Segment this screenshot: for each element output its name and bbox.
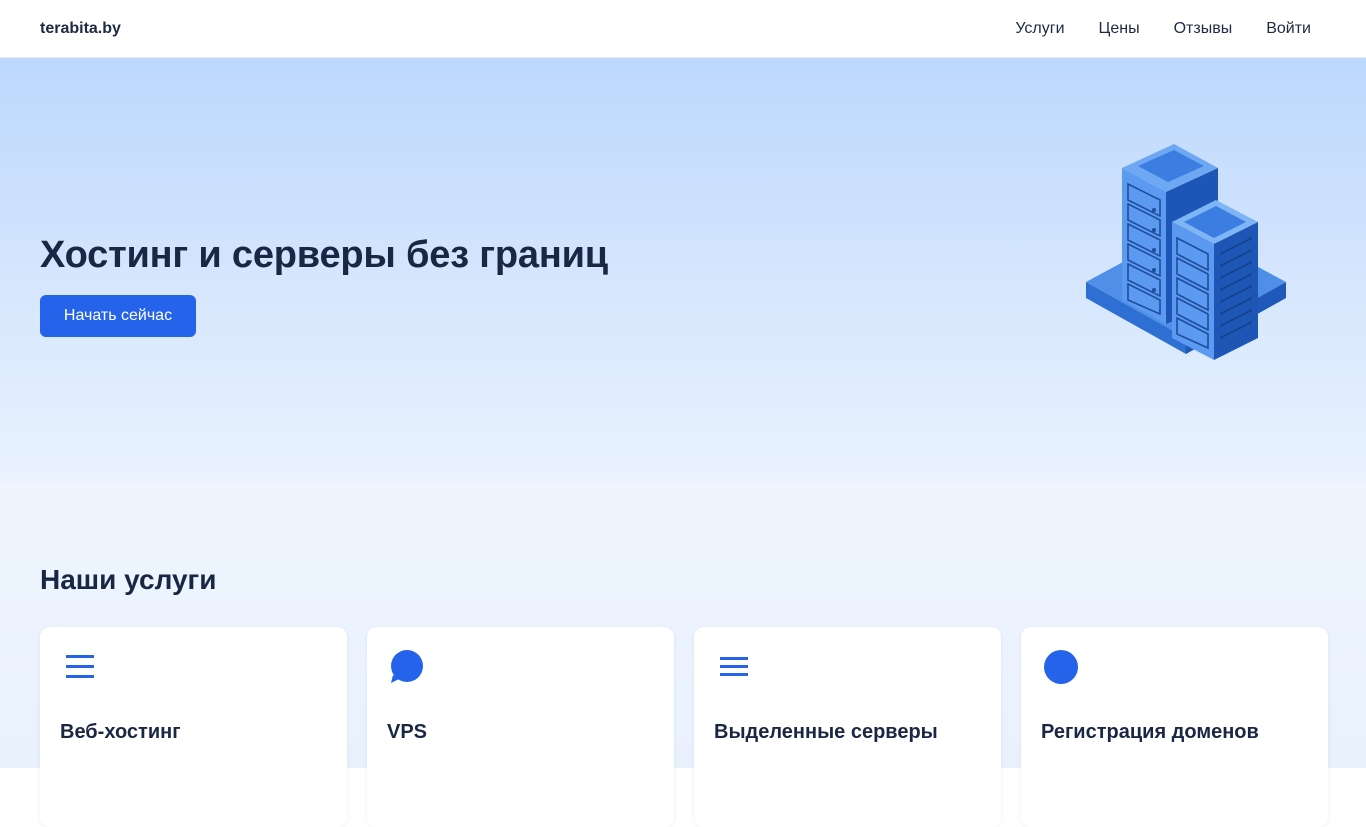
service-card-title: Выделенные серверы (714, 721, 938, 743)
top-navigation-bar: terabita.by Услуги Цены Отзывы Войти (0, 0, 1366, 58)
server-racks-icon (1086, 144, 1286, 360)
service-cards: Веб-хостинг VPS Выделенные серверы Регис… (40, 627, 1328, 827)
service-card-vps[interactable]: VPS (367, 627, 674, 827)
nav-link-reviews[interactable]: Отзывы (1174, 20, 1233, 38)
nav-link-prices[interactable]: Цены (1099, 20, 1140, 38)
service-card-domain-registration[interactable]: Регистрация доменов (1021, 627, 1328, 827)
service-card-title: Регистрация доменов (1041, 721, 1259, 743)
nav-link-services[interactable]: Услуги (1015, 20, 1064, 38)
service-card-title: VPS (387, 721, 428, 743)
nav-link-login[interactable]: Войти (1266, 20, 1311, 38)
service-card-dedicated-servers[interactable]: Выделенные серверы (694, 627, 1001, 827)
start-now-button[interactable]: Начать сейчас (40, 295, 196, 337)
site-logo[interactable]: terabita.by (40, 20, 121, 38)
hero-section: Хостинг и серверы без границ Начать сейч… (0, 58, 1366, 482)
service-card-title: Веб-хостинг (60, 721, 181, 743)
circle-icon (1044, 650, 1078, 684)
menu-lines-icon (66, 655, 94, 678)
services-title: Наши услуги (40, 564, 217, 595)
chat-bubble-icon (391, 650, 423, 683)
hero-title: Хостинг и серверы без границ (40, 234, 608, 276)
main-nav: Услуги Цены Отзывы Войти (981, 20, 1326, 38)
service-card-web-hosting[interactable]: Веб-хостинг (40, 627, 347, 827)
menu-lines-icon (720, 657, 748, 676)
services-section: Наши услуги Веб-хостинг VPS Выделенные с (0, 482, 1366, 827)
